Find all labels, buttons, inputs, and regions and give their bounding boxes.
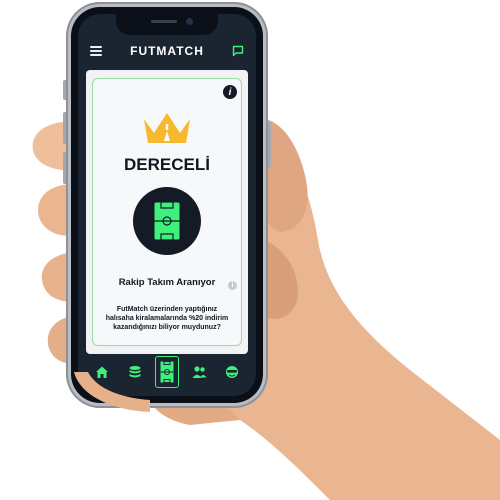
home-icon [96,366,109,378]
nav-coins[interactable] [123,360,147,384]
volume-up-button [63,112,66,144]
brand-logo: FUTMATCH [130,44,204,58]
promo-text: FutMatch üzerinden yaptığınız halısaha k… [105,306,229,331]
match-card[interactable]: i DERECELİ Rakip Takım Aranıyor i FutMat… [92,78,242,346]
phone-device: FUTMATCH i DERECELİ Rakip Takım Aranıyor… [63,2,271,408]
referee-icon [225,366,238,378]
coins-icon [129,366,141,378]
phone-bezel: FUTMATCH i DERECELİ Rakip Takım Aranıyor… [71,7,263,403]
phone-screen: FUTMATCH i DERECELİ Rakip Takım Aranıyor… [78,14,256,396]
users-icon [192,366,207,378]
app-header: FUTMATCH [78,36,256,66]
menu-icon[interactable] [90,46,102,56]
nav-pitch[interactable] [154,356,179,388]
volume-down-button [63,152,66,184]
nav-pitch-frame [154,356,179,388]
pitch-badge [133,187,201,255]
speaker-grille [151,20,177,23]
mute-switch [63,80,66,100]
notch [116,14,218,35]
pitch-icon [160,361,174,383]
front-camera [186,18,193,25]
rank-title: DERECELİ [124,155,210,174]
content-area: i DERECELİ Rakip Takım Aranıyor i FutMat… [86,70,248,354]
nav-home[interactable] [90,360,114,384]
crown-icon [144,113,190,143]
nav-referee[interactable] [220,360,244,384]
info-icon[interactable]: i [223,85,237,99]
nav-users[interactable] [187,360,211,384]
status-text: Rakip Takım Aranıyor [118,277,216,288]
football-pitch-icon [153,201,181,241]
stage: FUTMATCH i DERECELİ Rakip Takım Aranıyor… [0,0,500,500]
small-info-icon[interactable]: i [228,281,237,290]
power-button [268,122,271,168]
bottom-nav [78,356,256,388]
chat-icon[interactable] [232,45,244,57]
